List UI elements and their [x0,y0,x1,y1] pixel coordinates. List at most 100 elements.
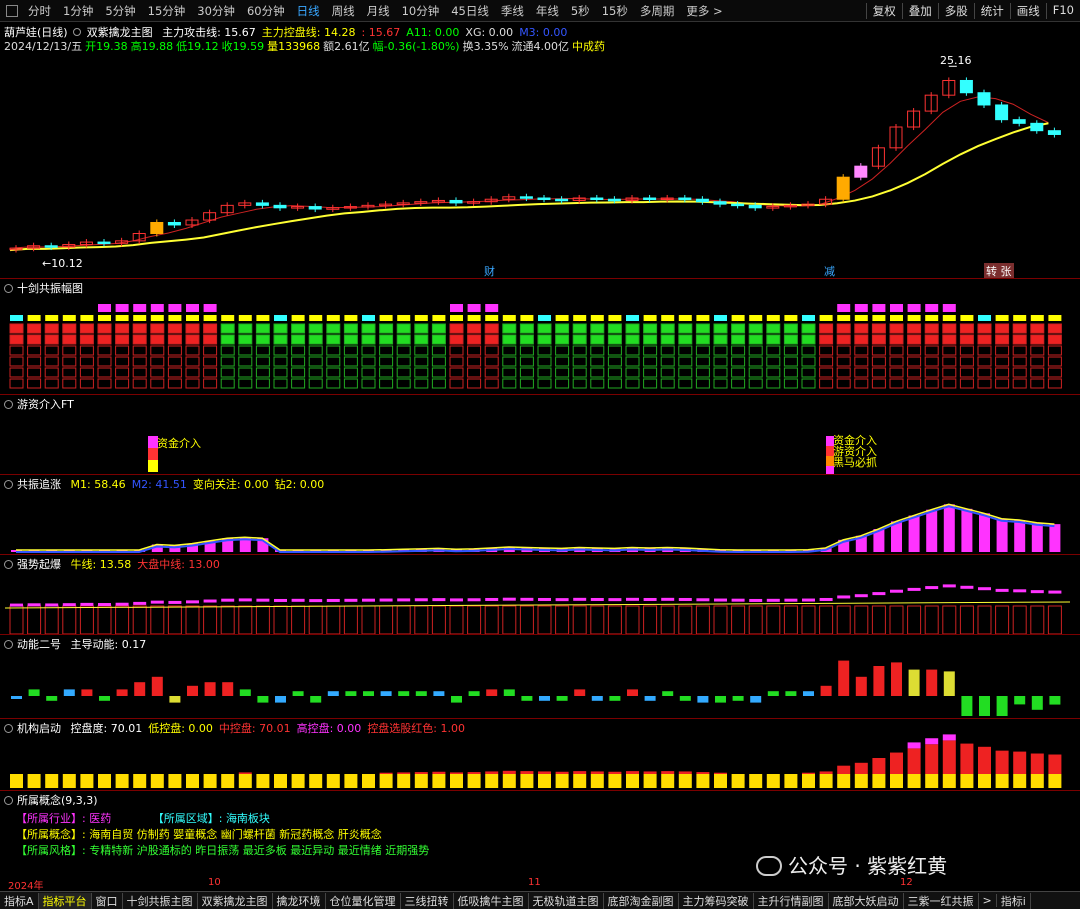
circle-icon[interactable] [4,480,13,489]
bottom-tab-14[interactable]: 三紫一红共振 [904,892,979,909]
strength-mark [309,599,323,603]
control-bar-top [942,734,956,741]
timeframe-toolbar: 分时 1分钟 5分钟 15分钟 30分钟 60分钟 日线 周线 月线 10分钟 45日线 季线 年线 5秒… [0,0,1080,22]
candlestick-chart[interactable] [0,52,1080,278]
strength-mark [133,601,147,605]
bottom-tab-3[interactable]: 十剑共振主图 [123,892,198,909]
signal-cell [555,356,570,367]
bottom-tab-2[interactable]: 窗口 [92,892,123,909]
qiangshi-panel[interactable] [0,570,1080,634]
timeframe-5[interactable]: 60分钟 [241,3,291,19]
timeframe-12[interactable]: 年线 [530,3,565,19]
jigou-panel[interactable] [0,734,1080,790]
toolbar-button-5[interactable]: F10 [1045,2,1080,19]
gongzhen-panel[interactable] [0,490,1080,554]
bottom-tab-13[interactable]: 底部大妖启动 [829,892,904,909]
signal-cell [643,378,658,389]
timeframe-1[interactable]: 1分钟 [57,3,99,19]
signal-cell [889,367,904,378]
signal-cell [167,378,182,389]
circle-icon[interactable] [4,640,13,649]
strength-mark [538,597,551,601]
strength-mark [379,598,393,602]
timeframe-9[interactable]: 10分钟 [396,3,446,19]
signal-cell [97,334,112,345]
strength-mark [995,588,1009,592]
momentum-bar [1014,696,1026,705]
timeframe-10[interactable]: 45日线 [445,3,495,19]
signal-cell [396,367,411,378]
dongneng-panel[interactable] [0,650,1080,718]
signal-top [98,304,111,312]
timeframe-8[interactable]: 月线 [361,3,396,19]
signal-cell [255,356,270,367]
timeframe-16[interactable]: 更多 > [680,3,728,19]
toolbar-button-2[interactable]: 多股 [937,2,974,19]
bottom-tab-5[interactable]: 擒龙环境 [273,892,326,909]
bottom-tab-9[interactable]: 无极轨道主图 [529,892,604,909]
timeframe-6[interactable]: 日线 [291,3,326,19]
toolbar-button-1[interactable]: 叠加 [901,2,938,19]
signal-cell [1012,378,1027,389]
momentum-bar [151,676,163,696]
timeframe-4[interactable]: 30分钟 [191,3,241,19]
toolbar-button-3[interactable]: 统计 [973,2,1010,19]
signal-cell [485,315,499,321]
bottom-tab-0[interactable]: 指标A [0,892,39,909]
signal-cell [238,323,253,334]
fund-bar [148,460,158,472]
signal-cell [959,356,974,367]
bottom-tab-7[interactable]: 三线扭转 [401,892,454,909]
circle-icon[interactable] [73,28,82,36]
circle-icon[interactable] [4,560,13,569]
timeframe-13[interactable]: 5秒 [565,3,596,19]
bottom-tab-16[interactable]: 指标i [997,892,1031,909]
control-bar-red [714,772,727,774]
circle-icon[interactable] [4,284,13,293]
strength-mark [626,597,639,601]
bottom-tab-6[interactable]: 仓位量化管理 [326,892,401,909]
bottom-tab-8[interactable]: 低吸擒牛主图 [454,892,529,909]
toolbar-button-0[interactable]: 复权 [865,2,902,19]
signal-cell [397,315,411,321]
signal-cell [150,315,164,321]
control-bar-red [573,771,587,774]
timeframe-15[interactable]: 多周期 [634,3,681,19]
bottom-tab-4[interactable]: 双紫擒龙主图 [198,892,273,909]
control-bar [62,774,76,788]
window-icon[interactable] [6,4,18,17]
control-bar-red [238,772,252,774]
bottom-tab-1[interactable]: 指标平台 [38,892,92,909]
strength-bar [854,605,869,634]
timeframe-2[interactable]: 5分钟 [99,3,141,19]
circle-icon[interactable] [4,796,13,805]
timeframe-7[interactable]: 周线 [326,3,361,19]
control-bar [872,774,886,788]
momentum-bar [926,669,938,696]
signal-top [925,304,939,312]
circle-icon[interactable] [4,724,13,733]
signal-cell [924,356,939,367]
timeframe-0[interactable]: 分时 [22,3,57,19]
strength-mark [1048,590,1062,594]
strength-bar [1047,605,1062,634]
timeframe-14[interactable]: 15秒 [596,3,634,19]
signal-top [854,304,868,312]
bottom-tab-10[interactable]: 底部淘金副图 [604,892,679,909]
shijian-panel[interactable] [0,294,1080,394]
circle-icon[interactable] [4,400,13,409]
bottom-tab-12[interactable]: 主升行情副图 [754,892,829,909]
strength-mark [819,597,833,601]
timeframe-11[interactable]: 季线 [495,3,530,19]
bottom-tab-11[interactable]: 主力筹码突破 [679,892,754,909]
bottom-tab-15[interactable]: > [979,894,997,907]
resonance-bar [1049,524,1061,552]
toolbar-button-4[interactable]: 画线 [1009,2,1046,19]
signal-cell [995,356,1010,367]
signal-cell [449,367,464,378]
momentum-bar [979,696,990,716]
signal-cell [643,367,658,378]
signal-cell [925,315,939,321]
timeframe-3[interactable]: 15分钟 [142,3,192,19]
signal-cell [590,334,605,345]
